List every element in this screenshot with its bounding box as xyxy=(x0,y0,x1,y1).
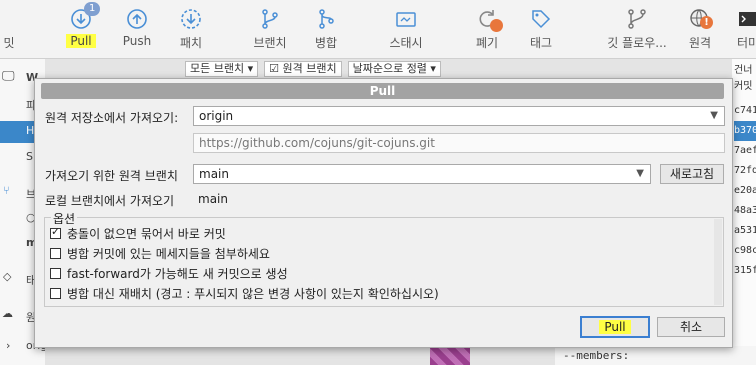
merge-label: 병합 xyxy=(314,36,338,50)
pull-confirm-button[interactable]: Pull xyxy=(580,316,650,338)
commit-hash[interactable]: 커밋 xyxy=(734,77,752,97)
pull-count-badge: 1 xyxy=(84,2,101,16)
commit-hash[interactable]: 315f xyxy=(734,261,756,281)
dialog-title: Pull xyxy=(41,83,724,99)
pull-label: Pull xyxy=(66,34,96,48)
commit-hash[interactable]: c741 xyxy=(734,101,756,121)
code-text: --members: xyxy=(563,349,630,362)
option-label: 병합 커밋에 있는 메세지들을 첨부하세요 xyxy=(67,246,270,261)
remote-branch-label: 가져오기 위한 원격 브랜치 xyxy=(45,169,178,183)
remote-repo-value: origin xyxy=(199,109,234,123)
monitor-icon: 🖵 xyxy=(2,69,15,84)
tag-icon: ◇ xyxy=(3,270,12,283)
option-commit-merged[interactable]: 충돌이 없으면 묶어서 바로 커밋 xyxy=(50,224,226,242)
refresh-button[interactable]: 새로고침 xyxy=(660,164,724,184)
option-label: fast-forward가 가능해도 새 커밋으로 생성 xyxy=(67,266,288,281)
remote-url-field: https://github.com/cojuns/git-cojuns.git xyxy=(193,133,725,153)
remote-label: 원격 xyxy=(688,36,712,50)
commit-hash[interactable]: 72fd xyxy=(734,161,756,181)
option-label: 충돌이 없으면 묶어서 바로 커밋 xyxy=(67,226,226,241)
diff-code-line: --members: xyxy=(555,346,756,365)
commit-hash-selected[interactable]: b370 xyxy=(734,121,756,141)
chevron-down-icon: ▼ xyxy=(636,168,644,179)
option-include-messages[interactable]: 병합 커밋에 있는 메세지들을 첨부하세요 xyxy=(50,244,270,262)
discard-label: 폐기 xyxy=(475,36,499,50)
history-filter-bar: 모든 브랜치 ▾ ☑ 원격 브랜치 날짜순으로 정렬 ▾ xyxy=(185,61,735,77)
remote-repo-select[interactable]: origin ▼ xyxy=(193,106,725,126)
commit-hash-column: 건너 커밋 c741 b370 7aef 72fd e20a 48a3 a531… xyxy=(732,59,756,365)
remote-branch-checkbox[interactable]: ☑ 원격 브랜치 xyxy=(264,61,342,77)
commit-hash[interactable]: 7aef xyxy=(734,141,756,161)
fetch-label: 패치 xyxy=(179,36,203,50)
pull-icon: 1 xyxy=(69,2,101,31)
local-branch-label: 로컬 브랜치에서 가져오기 xyxy=(45,194,175,208)
remote-branch-select[interactable]: main ▼ xyxy=(193,164,651,184)
options-group: 옵션 충돌이 없으면 묶어서 바로 커밋 병합 커밋에 있는 메세지들을 첨부하… xyxy=(44,210,724,307)
push-label: Push xyxy=(122,34,152,48)
stash-label: 스태시 xyxy=(389,36,423,50)
commit-hash[interactable]: 48a3 xyxy=(734,201,756,221)
push-icon xyxy=(125,7,149,31)
commit-hash[interactable]: a531 xyxy=(734,221,756,241)
checkbox-checked[interactable] xyxy=(50,225,61,239)
terminal-label: 터미 xyxy=(736,36,756,50)
tag-label: 태그 xyxy=(529,36,553,50)
commit-hash[interactable]: c98c xyxy=(734,241,756,261)
chevron-right-icon: › xyxy=(6,339,11,352)
chevron-down-icon: ▼ xyxy=(710,110,718,121)
checkbox[interactable] xyxy=(50,247,61,259)
remote-branch-value: main xyxy=(199,167,229,181)
stash-icon xyxy=(394,7,418,31)
merge-button[interactable]: 병합 xyxy=(308,0,344,58)
main-toolbar: 밋 1 Pull Push 패치 브랜치 병합 스태시 폐기 태그 깃 플로우.… xyxy=(0,0,756,59)
discard-button[interactable]: 폐기 xyxy=(472,0,503,58)
git-flow-label: 깃 플로우... xyxy=(607,36,667,50)
branch-filter-select[interactable]: 모든 브랜치 ▾ xyxy=(185,61,259,77)
pull-dialog: Pull 원격 저장소에서 가져오기: origin ▼ https://git… xyxy=(34,78,733,348)
branch-label: 브랜치 xyxy=(253,36,287,50)
commit-button[interactable]: 밋 xyxy=(0,0,24,58)
checkbox[interactable] xyxy=(50,267,61,279)
commit-label: 밋 xyxy=(3,36,15,50)
sort-select[interactable]: 날짜순으로 정렬 ▾ xyxy=(347,61,441,77)
branch-icon: ⑂ xyxy=(3,184,10,197)
git-flow-icon xyxy=(625,7,649,31)
terminal-icon xyxy=(736,7,756,31)
pull-confirm-label: Pull xyxy=(599,320,631,334)
options-scrollbar[interactable] xyxy=(714,219,722,305)
branch-icon xyxy=(258,7,282,31)
remote-warning-badge: ! xyxy=(700,16,713,29)
pull-button[interactable]: 1 Pull xyxy=(60,0,102,58)
tag-button[interactable]: 태그 xyxy=(526,0,556,58)
cloud-icon: ☁ xyxy=(2,307,13,320)
local-branch-value: main xyxy=(198,192,228,206)
remote-icon: ! xyxy=(688,7,713,31)
fetch-button[interactable]: 패치 xyxy=(173,0,209,58)
push-button[interactable]: Push xyxy=(117,0,157,58)
sidebar-item-label: S xyxy=(26,150,33,163)
commit-icon xyxy=(0,7,21,31)
checkbox[interactable] xyxy=(50,287,61,299)
branch-button[interactable]: 브랜치 xyxy=(250,0,290,58)
remote-button[interactable]: ! 원격 xyxy=(684,0,716,58)
discard-warning-dot xyxy=(490,19,503,32)
git-flow-button[interactable]: 깃 플로우... xyxy=(605,0,669,58)
fetch-icon xyxy=(179,7,203,31)
tag-icon xyxy=(529,7,553,31)
remote-repo-label: 원격 저장소에서 가져오기: xyxy=(45,111,179,125)
discard-icon xyxy=(475,7,503,32)
option-rebase[interactable]: 병합 대신 재배치 (경고 : 푸시되지 않은 변경 사항이 있는지 확인하십시… xyxy=(50,284,439,302)
option-no-fast-forward[interactable]: fast-forward가 가능해도 새 커밋으로 생성 xyxy=(50,264,288,282)
cancel-button[interactable]: 취소 xyxy=(657,317,725,337)
avatar xyxy=(430,346,470,365)
option-label: 병합 대신 재배치 (경고 : 푸시되지 않은 변경 사항이 있는지 확인하십시… xyxy=(67,286,439,301)
commit-hash[interactable]: e20a xyxy=(734,181,756,201)
merge-icon xyxy=(314,7,338,31)
stash-button[interactable]: 스태시 xyxy=(384,0,428,58)
terminal-button[interactable]: 터미 xyxy=(736,0,756,58)
